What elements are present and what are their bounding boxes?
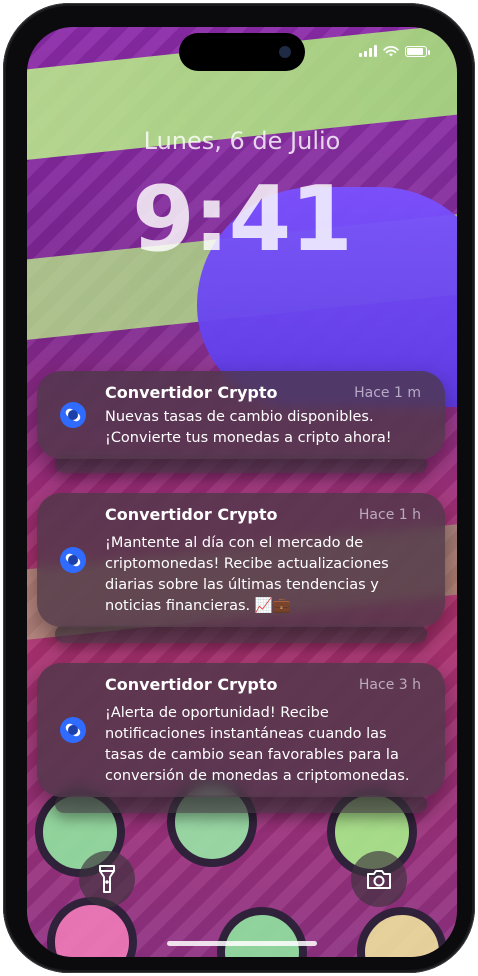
battery-icon [405,45,430,57]
flashlight-button[interactable] [79,851,135,907]
crypto-app-icon [60,547,86,573]
notification-card[interactable]: Convertidor Crypto Hace 1 h ¡Mantente al… [37,493,445,627]
notification-message: Nuevas tasas de cambio disponibles. ¡Con… [105,409,392,446]
notification-time: Hace 1 h [358,507,421,523]
wifi-icon [383,45,399,57]
notification-group: Convertidor Crypto Hace 1 m Nuevas tasas… [37,371,445,481]
lock-screen-date: Lunes, 6 de Julio [143,127,341,155]
notification-card[interactable]: Convertidor Crypto Hace 3 h ¡Alerta de o… [37,663,445,797]
notification-app-name: Convertidor Crypto [105,675,278,694]
flashlight-icon [99,865,115,893]
status-bar [359,45,430,57]
wallpaper-coin [357,907,447,957]
notification-group: Convertidor Crypto Hace 1 h ¡Mantente al… [37,493,445,643]
notification-stack [55,625,427,643]
front-camera-dot [279,46,291,58]
notification-app-name: Convertidor Crypto [105,383,278,402]
notification-message: ¡Alerta de oportunidad! Recibe notificac… [105,705,410,784]
wallpaper-coin [217,907,307,957]
notification-card[interactable]: Convertidor Crypto Hace 1 m Nuevas tasas… [37,371,445,459]
battery-level [407,47,423,55]
home-indicator[interactable] [167,941,317,946]
crypto-app-icon [60,402,86,428]
notification-time: Hace 3 h [358,677,421,693]
notification-time: Hace 1 m [354,385,421,401]
notification-app-name: Convertidor Crypto [105,505,278,524]
phone-frame: Lunes, 6 de Julio 9:41 Convertidor Crypt… [3,3,475,973]
notification-stack [55,795,427,813]
dynamic-island [179,33,305,71]
lock-screen: Lunes, 6 de Julio 9:41 Convertidor Crypt… [27,27,457,957]
notification-group: Convertidor Crypto Hace 3 h ¡Alerta de o… [37,663,445,813]
crypto-app-icon [60,717,86,743]
camera-button[interactable] [351,851,407,907]
wallpaper-coin [47,897,137,957]
notification-message: ¡Mantente al día con el mercado de cript… [105,535,389,614]
lock-screen-time: 9:41 [132,167,353,272]
camera-icon [367,870,391,889]
signal-icon [359,45,377,57]
